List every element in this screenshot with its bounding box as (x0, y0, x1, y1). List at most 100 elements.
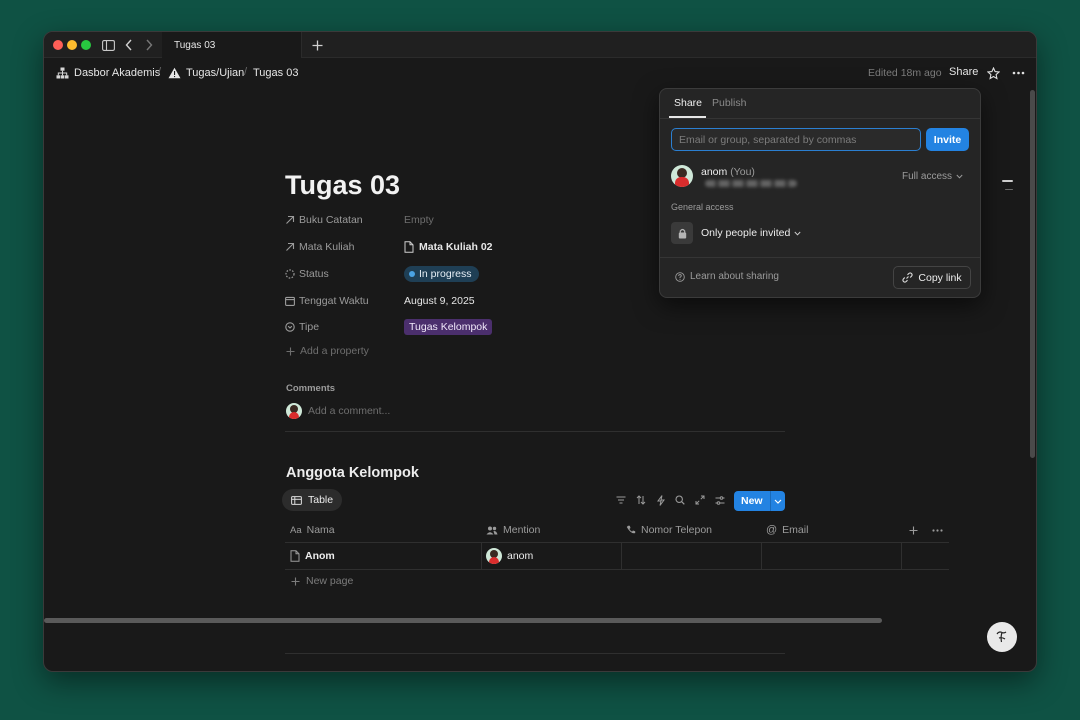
column-divider (901, 543, 902, 569)
invite-button[interactable]: Invite (926, 128, 969, 151)
breadcrumb-separator: / (244, 66, 248, 78)
column-header-nomor-telepon[interactable]: Nomor Telepon (621, 518, 761, 542)
help-circle-icon (675, 271, 685, 282)
property-label: Tenggat Waktu (299, 295, 369, 307)
share-button[interactable]: Share (949, 66, 978, 78)
property-name: Tipe (285, 321, 404, 333)
comment-placeholder[interactable]: Add a comment... (308, 405, 390, 417)
property-value[interactable]: Mata Kuliah 02 (404, 241, 493, 253)
more-options-icon[interactable] (1009, 64, 1027, 82)
browser-tab[interactable]: Tugas 03 (162, 32, 302, 58)
breadcrumb-item-tugas-ujian[interactable]: Tugas/Ujian (168, 65, 244, 81)
vertical-scrollbar[interactable] (1030, 90, 1035, 458)
new-page-label: New page (306, 575, 354, 587)
database-title[interactable]: Anggota Kelompok (286, 465, 419, 481)
expand-icon[interactable] (693, 493, 707, 507)
ai-assistant-icon[interactable] (987, 622, 1017, 652)
you-label: (You) (730, 166, 755, 178)
property-value[interactable]: August 9, 2025 (404, 295, 475, 307)
property-tipe[interactable]: Tipe Tugas Kelompok (285, 316, 785, 338)
cell-nama[interactable]: Anom (285, 543, 481, 569)
sort-icon[interactable] (634, 493, 648, 507)
edited-timestamp: Edited 18m ago (868, 67, 942, 79)
back-arrow-icon[interactable] (120, 35, 138, 55)
general-access-dropdown[interactable]: Only people invited (701, 227, 801, 239)
column-label: Mention (503, 524, 541, 536)
chevron-down-icon[interactable] (769, 491, 785, 511)
cell-email[interactable] (761, 543, 901, 569)
phone-icon (626, 525, 636, 534)
tab-title: Tugas 03 (174, 39, 216, 51)
close-window-button[interactable] (53, 40, 63, 50)
column-header-nama[interactable]: Aa Nama (285, 518, 481, 542)
tab-table-view[interactable]: Table (282, 489, 343, 511)
tab-bar: Tugas 03 (44, 32, 1036, 58)
search-icon[interactable] (673, 493, 687, 507)
breadcrumb-separator: / (158, 66, 162, 78)
comment-input-row[interactable]: Add a comment... (286, 403, 390, 419)
favorite-star-icon[interactable] (984, 64, 1002, 82)
tab-publish[interactable]: Publish (712, 97, 746, 109)
property-value[interactable]: In progress (404, 266, 479, 282)
settings-sliders-icon[interactable] (713, 493, 727, 507)
comments-heading: Comments (286, 383, 336, 394)
new-entry-button[interactable]: New (734, 491, 785, 511)
column-header-email[interactable]: @ Email (761, 518, 901, 542)
redacted-email (705, 180, 797, 187)
table-row[interactable]: Anom anom (285, 543, 949, 570)
tab-share[interactable]: Share (674, 97, 702, 109)
org-chart-icon (56, 67, 69, 79)
plus-icon (286, 347, 295, 355)
add-column-icon[interactable] (901, 518, 925, 542)
property-value[interactable]: Tugas Kelompok (404, 319, 493, 335)
cell-mention[interactable]: anom (481, 543, 621, 569)
page-title[interactable]: Tugas 03 (285, 170, 400, 201)
add-property-button[interactable]: Add a property (286, 345, 369, 357)
automation-lightning-icon[interactable] (654, 493, 668, 507)
copy-link-button[interactable]: Copy link (893, 266, 971, 289)
column-header-mention[interactable]: Mention (481, 518, 621, 542)
breadcrumb-item-current[interactable]: Tugas 03 (253, 65, 298, 81)
cell-nomor-telepon[interactable] (621, 543, 761, 569)
status-dot-icon (409, 271, 415, 277)
general-access-row[interactable]: Only people invited (671, 222, 801, 244)
new-tab-icon[interactable] (308, 35, 326, 55)
property-value[interactable]: Empty (404, 214, 434, 226)
avatar (486, 548, 502, 564)
arrow-up-right-icon (286, 215, 295, 224)
copy-link-label: Copy link (918, 271, 962, 284)
minimize-window-button[interactable] (67, 40, 77, 50)
divider (660, 257, 980, 258)
property-label: Buku Catatan (299, 214, 363, 226)
select-icon (285, 322, 295, 332)
user-name: anom (You) (701, 166, 755, 178)
breadcrumb-label: Tugas/Ujian (186, 67, 245, 79)
invite-email-input[interactable] (671, 128, 921, 151)
forward-arrow-icon[interactable] (140, 35, 158, 55)
learn-about-sharing-link[interactable]: Learn about sharing (675, 271, 779, 282)
new-page-button[interactable]: New page (291, 575, 353, 587)
breadcrumb-label: Tugas 03 (253, 67, 299, 79)
linked-page-label[interactable]: Mata Kuliah 02 (419, 241, 493, 253)
breadcrumb-item-dasbor[interactable]: Dasbor Akademis (56, 65, 160, 81)
arrow-up-right-icon (286, 242, 295, 251)
sidebar-toggle-icon[interactable] (99, 35, 117, 55)
general-access-value: Only people invited (701, 227, 791, 239)
horizontal-scrollbar[interactable] (44, 618, 882, 623)
lock-icon (671, 222, 693, 244)
filter-icon[interactable] (614, 493, 628, 507)
link-icon (902, 272, 914, 283)
table-header-row: Aa Nama Mention Nomor Telepon @ Email (285, 518, 949, 543)
status-badge[interactable]: In progress (404, 266, 479, 282)
maximize-window-button[interactable] (81, 40, 91, 50)
property-name: Mata Kuliah (285, 241, 404, 253)
cell-text: Anom (305, 550, 335, 562)
tipe-badge[interactable]: Tugas Kelompok (404, 319, 493, 335)
column-label: Nama (306, 524, 335, 536)
column-options-icon[interactable] (925, 518, 949, 542)
table-of-contents-icon[interactable] (1002, 180, 1013, 197)
new-button-label[interactable]: New (734, 491, 770, 511)
cell-text: anom (507, 550, 534, 562)
warning-icon (168, 67, 181, 79)
access-level-dropdown[interactable]: Full access (902, 171, 963, 182)
